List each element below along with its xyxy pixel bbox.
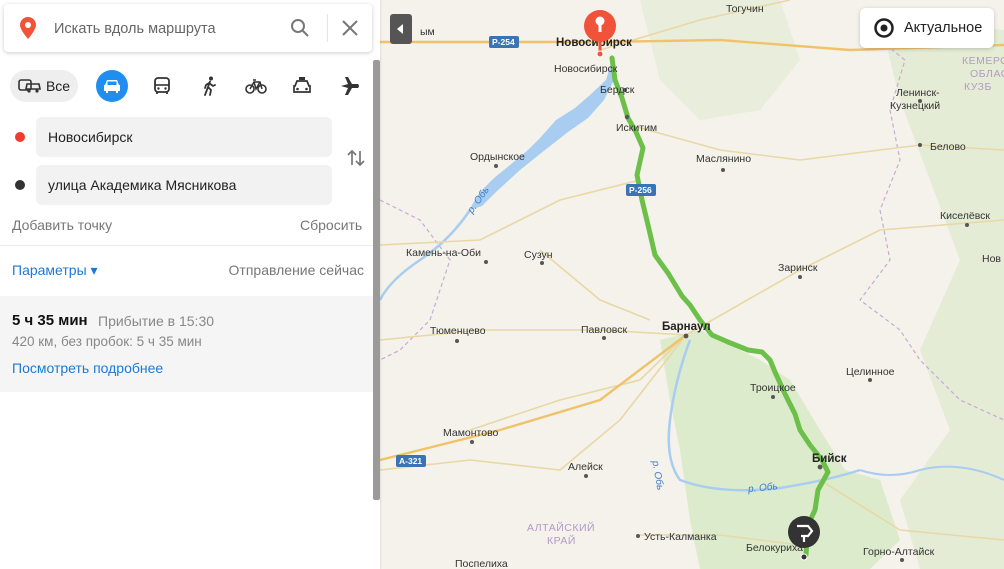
mode-all-button[interactable]: Все	[10, 70, 78, 102]
add-point-link[interactable]: Добавить точку	[12, 217, 112, 233]
road-badge-a321-text: А-321	[399, 456, 422, 466]
actual-button[interactable]: Актуальное	[860, 8, 994, 48]
search-input[interactable]	[52, 18, 286, 40]
city-label-leninsk-1: Ленинск-	[896, 87, 940, 99]
city-label-pavlovsk: Павловск	[581, 324, 628, 336]
divider	[0, 245, 373, 246]
city-label-tselinnoe: Целинное	[846, 366, 895, 378]
city-label-maslyanino: Маслянино	[696, 153, 751, 165]
swap-icon[interactable]	[346, 148, 366, 168]
panel-scrollbar[interactable]	[373, 60, 380, 500]
city-label-iskitim: Искитим	[616, 122, 657, 134]
route-card[interactable]: 5 ч 35 мин Прибытие в 15:30 420 км, без …	[0, 296, 373, 392]
city-label-aleysk: Алейск	[568, 461, 603, 473]
city-label-mamontovo: Мамонтово	[443, 427, 499, 439]
actual-button-label: Актуальное	[904, 20, 983, 36]
multimodal-icon	[18, 79, 41, 93]
mode-car-button[interactable]	[96, 70, 128, 102]
city-label-belovo: Белово	[930, 141, 966, 153]
divider	[327, 14, 328, 42]
city-label-kamen: Камень-на-Оби	[406, 247, 481, 259]
taxi-icon	[293, 77, 311, 93]
transport-modes: Все	[10, 70, 370, 104]
city-label-ust-kalmanka: Усть-Калманка	[644, 531, 717, 543]
collapse-panel-button[interactable]	[390, 14, 412, 44]
city-label-suzun: Сузун	[524, 249, 553, 261]
mode-taxi-button[interactable]	[286, 70, 318, 102]
city-label-tyumentsevo: Тюменцево	[430, 325, 486, 337]
region-altai-2: КРАЙ	[547, 534, 576, 547]
city-label-novo-edge: Нов	[982, 253, 1001, 265]
city-dot	[624, 114, 630, 120]
search-icon[interactable]	[290, 18, 310, 38]
city-label-zarinsk: Заринск	[778, 262, 818, 274]
target-icon	[874, 18, 894, 38]
params-dropdown[interactable]: Параметры ▾	[12, 262, 98, 279]
end-point-dot	[15, 180, 25, 190]
mode-all-label: Все	[45, 78, 71, 94]
city-label-pospelikha: Поспелиха	[455, 558, 508, 569]
city-label-gorno-altaysk: Горно-Алтайск	[863, 546, 935, 558]
walk-icon	[204, 76, 216, 96]
city-label-leninsk: Ленинск- Кузнецкий	[890, 87, 942, 112]
city-label-ordynskoe: Ордынское	[470, 151, 525, 163]
city-label-kiselevsk: Киселёвск	[940, 210, 990, 222]
city-label-berdsk: Бердск	[600, 84, 635, 96]
to-field[interactable]: улица Академика Мясникова	[36, 165, 332, 205]
route-point-from: Новосибирск	[12, 117, 332, 157]
city-label-biysk: Бийск	[812, 453, 847, 465]
close-icon[interactable]	[340, 18, 360, 38]
from-field[interactable]: Новосибирск	[36, 117, 332, 157]
route-point-to: улица Академика Мясникова	[12, 165, 332, 205]
city-label-barnaul: Барнаул	[662, 321, 711, 333]
reset-link[interactable]: Сбросить	[300, 217, 362, 233]
route-distance: 420 км, без пробок: 5 ч 35 мин	[12, 334, 202, 349]
city-label-troitskoe: Троицкое	[750, 382, 796, 394]
city-label-leninsk-2: Кузнецкий	[890, 100, 940, 112]
bicycle-icon	[245, 79, 267, 94]
mode-bus-button[interactable]	[146, 70, 178, 102]
road-badge-r256-text: Р-256	[629, 185, 652, 195]
region-kemerovo-2: ОБЛАС	[970, 68, 1004, 80]
start-point-dot	[15, 132, 25, 142]
route-details-link[interactable]: Посмотреть подробнее	[12, 360, 163, 376]
airplane-icon	[341, 77, 359, 95]
bus-icon	[154, 77, 170, 94]
route-panel: Все	[0, 0, 380, 569]
search-box	[4, 4, 372, 52]
mode-walk-button[interactable]	[194, 70, 226, 102]
region-kemerovo-3: КУЗБ	[964, 81, 992, 93]
region-altai-1: АЛТАЙСКИЙ	[527, 521, 595, 534]
depart-time-selector[interactable]: Отправление сейчас	[229, 262, 364, 278]
region-kemerovo-1: КЕМЕРО	[962, 55, 1004, 67]
city-label-toguchin: Тогучин	[726, 3, 764, 15]
city-label-novosibirsk: Новосибирск	[554, 63, 618, 75]
car-icon	[104, 80, 120, 93]
mode-plane-button[interactable]	[334, 70, 366, 102]
city-label: ым	[420, 26, 435, 38]
road-badge-r254-text: Р-254	[492, 37, 515, 47]
route-arrival: Прибытие в 15:30	[98, 313, 215, 329]
route-duration: 5 ч 35 мин	[12, 312, 88, 329]
map-pin-icon	[20, 17, 36, 39]
mode-bike-button[interactable]	[240, 70, 272, 102]
